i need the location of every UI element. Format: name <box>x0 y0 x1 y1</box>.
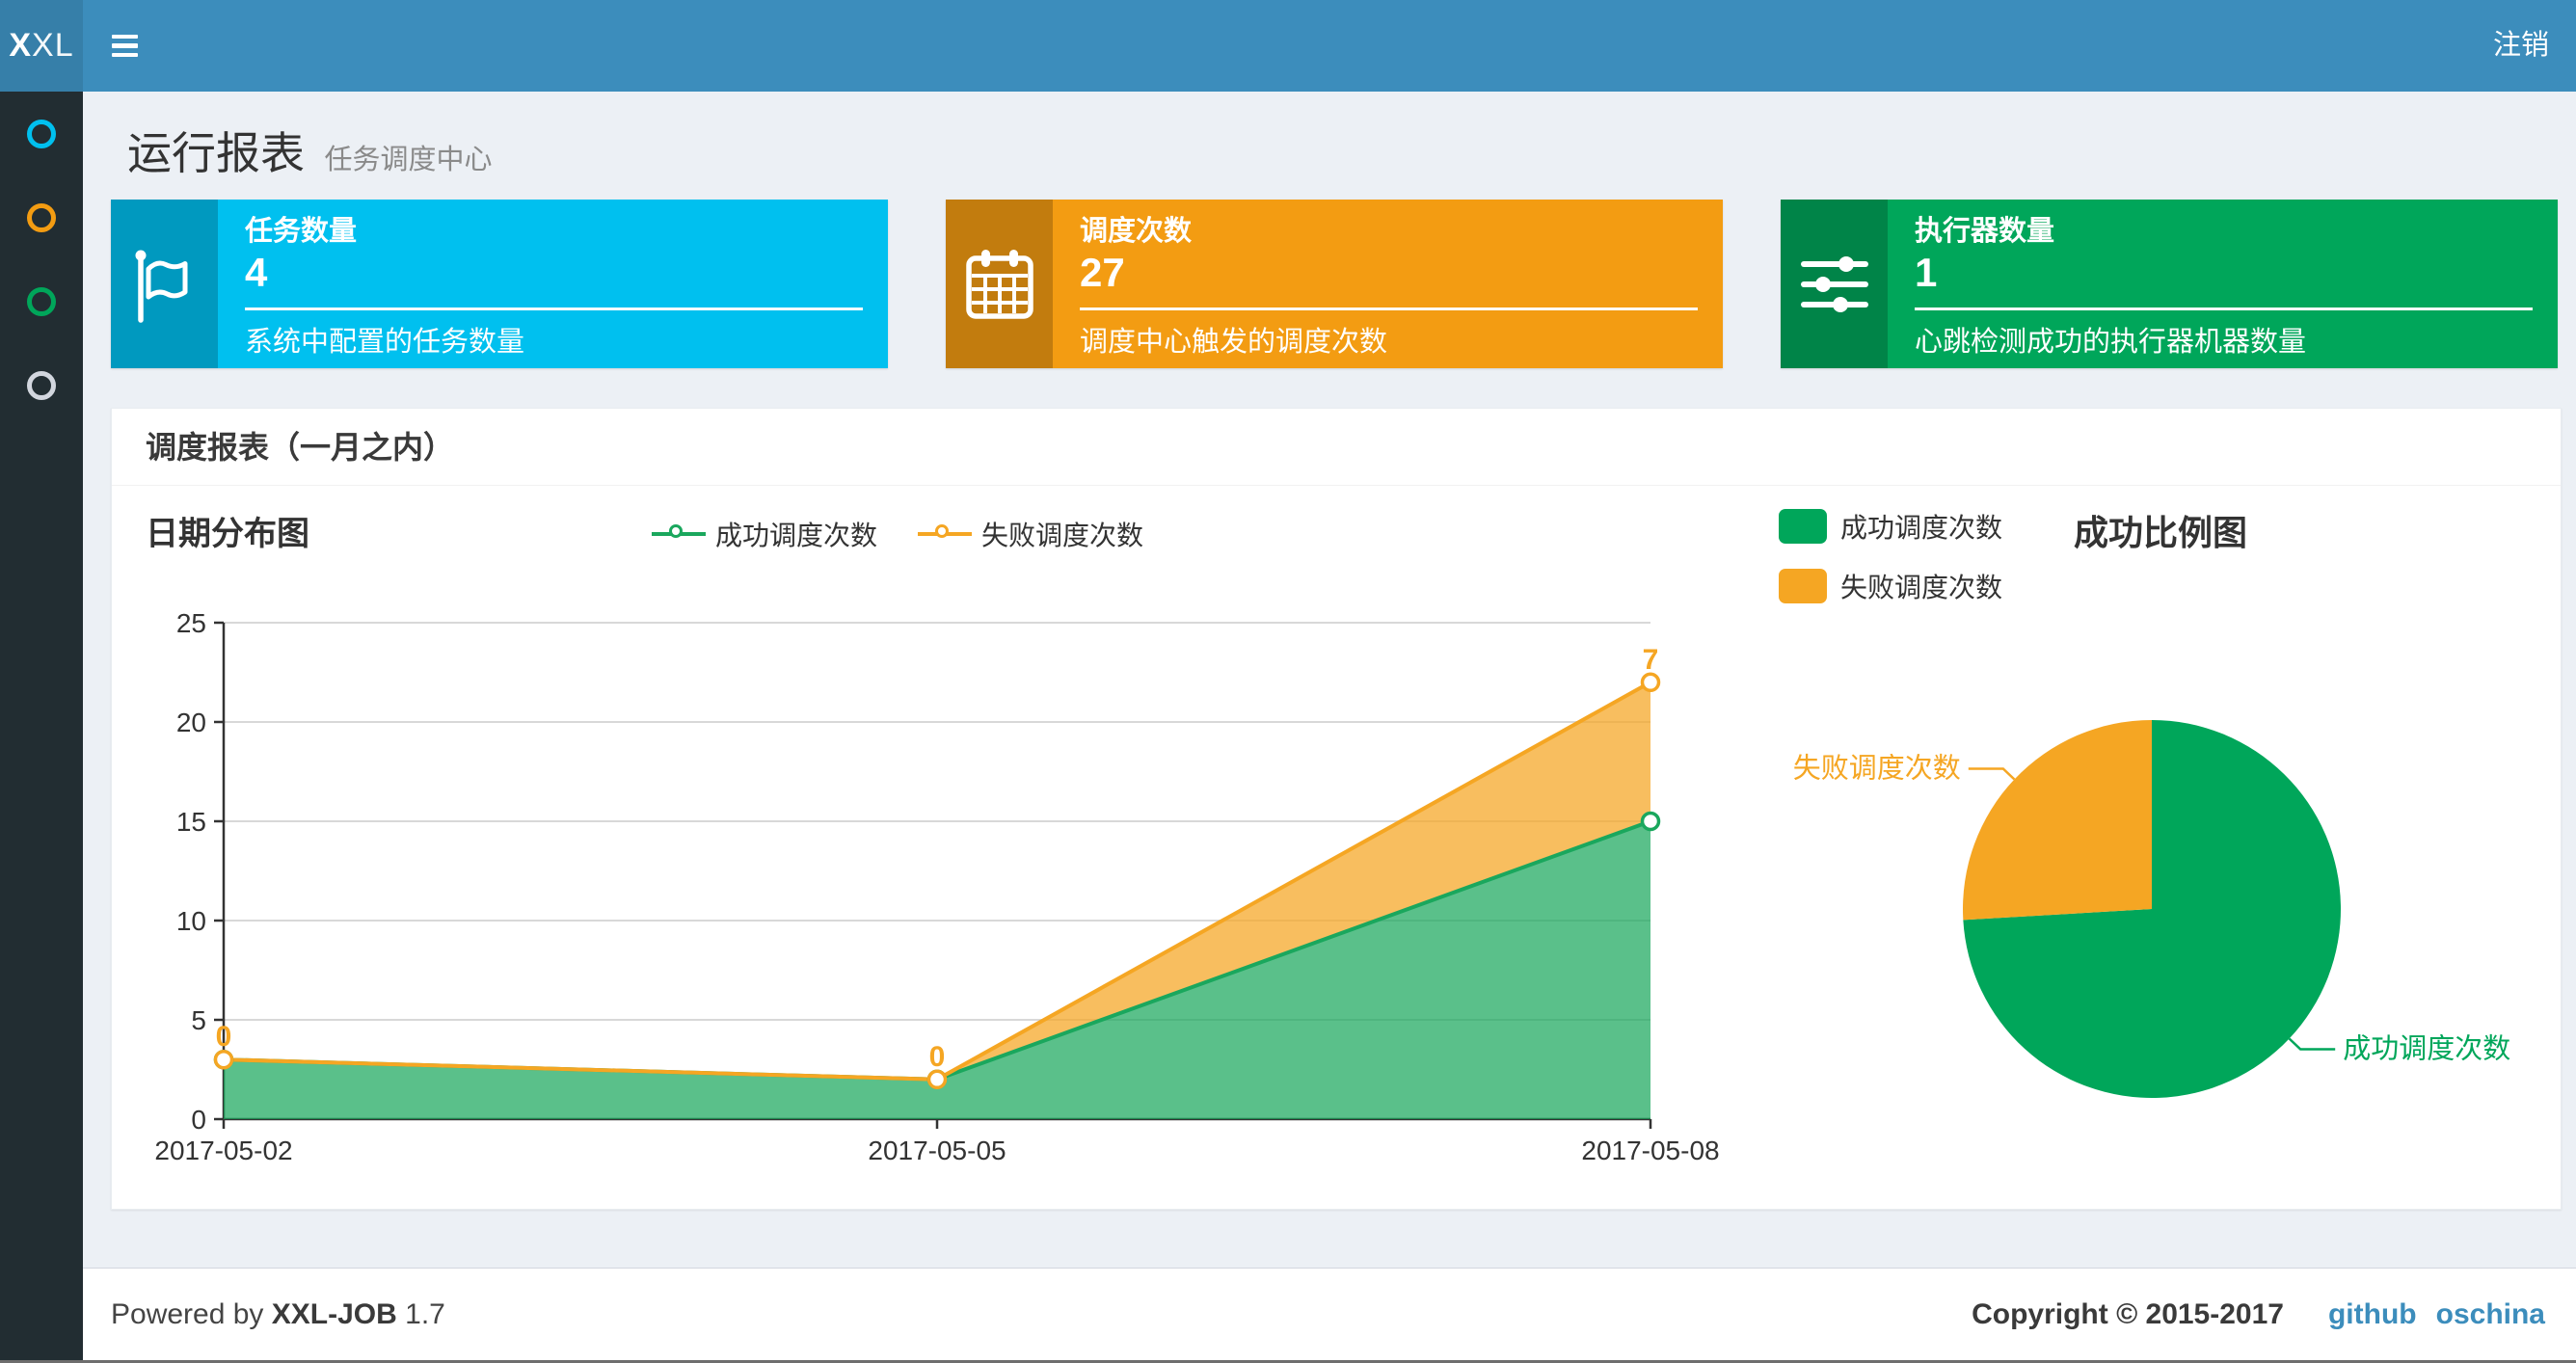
powered-by: Powered by XXL-JOB 1.7 <box>111 1297 445 1330</box>
svg-text:5: 5 <box>191 1005 206 1035</box>
success-ratio-pie-chart: 成功调度次数 失败调度次数 <box>1793 720 2510 1098</box>
page-subtitle: 任务调度中心 <box>324 145 493 175</box>
stat-divider <box>245 307 863 310</box>
sidebar <box>0 92 83 1363</box>
point-label: 0 <box>216 1021 232 1053</box>
stat-description: 调度中心触发的调度次数 <box>1080 326 1388 358</box>
sidebar-item-logs circle-icon[interactable] <box>27 287 56 316</box>
svg-text:20: 20 <box>176 708 206 737</box>
sidebar-item-jobs circle-icon[interactable] <box>27 203 56 232</box>
top-navbar: X XL 注销 <box>0 0 2576 92</box>
point-label: 0 <box>929 1041 946 1073</box>
page-title: 运行报表 <box>127 128 305 178</box>
content-area: 运行报表 任务调度中心 任务数量 4 系统中配置的任务数量 调度次数 27 调度… <box>83 92 2576 1268</box>
stat-divider <box>1080 307 1698 310</box>
pie-chart-block: 成功调度次数 失败调度次数 成功比例图 成功调度次数 失败调度次数 <box>1765 486 2563 1210</box>
schedule-report-panel: 调度报表（一月之内） 日期分布图 成功调度次数 失败调度次数 0 5 10 15… <box>111 408 2562 1210</box>
svg-text:0: 0 <box>191 1105 206 1135</box>
stat-value: 4 <box>245 250 268 295</box>
stat-description: 心跳检测成功的执行器机器数量 <box>1915 326 2307 358</box>
svg-text:2017-05-08: 2017-05-08 <box>1581 1136 1719 1165</box>
stat-label: 任务数量 <box>245 216 358 247</box>
stat-description: 系统中配置的任务数量 <box>245 326 525 358</box>
panel-title: 调度报表（一月之内） <box>146 430 455 465</box>
logo-text-bold: X <box>9 27 33 64</box>
stat-label: 执行器数量 <box>1915 216 2055 247</box>
stat-value: 27 <box>1080 250 1125 295</box>
stat-label: 调度次数 <box>1080 216 1193 247</box>
pie-label-line <box>1968 767 2016 781</box>
pie-slice <box>1963 720 2152 921</box>
brand-name: XXL-JOB <box>271 1297 397 1330</box>
svg-text:15: 15 <box>176 807 206 837</box>
svg-text:2017-05-02: 2017-05-02 <box>154 1136 292 1165</box>
logout-link[interactable]: 注销 <box>2493 0 2549 92</box>
pie-callout-label: 成功调度次数 <box>2343 1032 2510 1064</box>
sidebar-item-report circle-icon[interactable] <box>27 120 56 148</box>
pie-callout-label: 失败调度次数 <box>1793 753 1961 785</box>
copyright-text: Copyright © 2015-2017 <box>1972 1297 2284 1330</box>
page-header: 运行报表 任务调度中心 <box>127 119 492 182</box>
logo-text-rest: XL <box>32 27 74 64</box>
sidebar-item-executor circle-icon[interactable] <box>27 371 56 400</box>
stat-card-jobs: 任务数量 4 系统中配置的任务数量 <box>111 200 888 368</box>
stat-card-executors: 执行器数量 1 心跳检测成功的执行器机器数量 <box>1781 200 2558 368</box>
panel-header: 调度报表（一月之内） <box>112 409 2561 486</box>
sidebar-toggle-icon[interactable] <box>112 0 170 92</box>
stat-value: 1 <box>1915 250 1938 295</box>
panel-body: 日期分布图 成功调度次数 失败调度次数 0 5 10 15 20 25 2017… <box>112 486 2561 1210</box>
app-logo[interactable]: X XL <box>0 0 83 92</box>
main-footer: Powered by XXL-JOB 1.7 Copyright © 2015-… <box>83 1268 2576 1360</box>
svg-text:10: 10 <box>176 906 206 936</box>
copyright-block: Copyright © 2015-2017 github oschina <box>1972 1298 2545 1331</box>
point-label: 7 <box>1643 644 1659 676</box>
oschina-link[interactable]: oschina <box>2436 1298 2545 1331</box>
pie-label-line <box>2288 1037 2336 1051</box>
calendar-icon <box>946 200 1053 368</box>
svg-text:25: 25 <box>176 608 206 638</box>
stat-divider <box>1915 307 2533 310</box>
sliders-icon <box>1781 200 1888 368</box>
xxl-job-dashboard: X XL 注销 运行报表 任务调度中心 任务数量 4 系统中配置的任务数量 调度… <box>0 0 2576 1363</box>
github-link[interactable]: github <box>2328 1298 2417 1331</box>
svg-text:2017-05-05: 2017-05-05 <box>868 1136 1006 1165</box>
stat-card-triggers: 调度次数 27 调度中心触发的调度次数 <box>946 200 1723 368</box>
flag-icon <box>111 200 218 368</box>
date-distribution-chart: 05101520252017-05-02 2017-05-05 2017-05-08… <box>154 608 1719 1165</box>
